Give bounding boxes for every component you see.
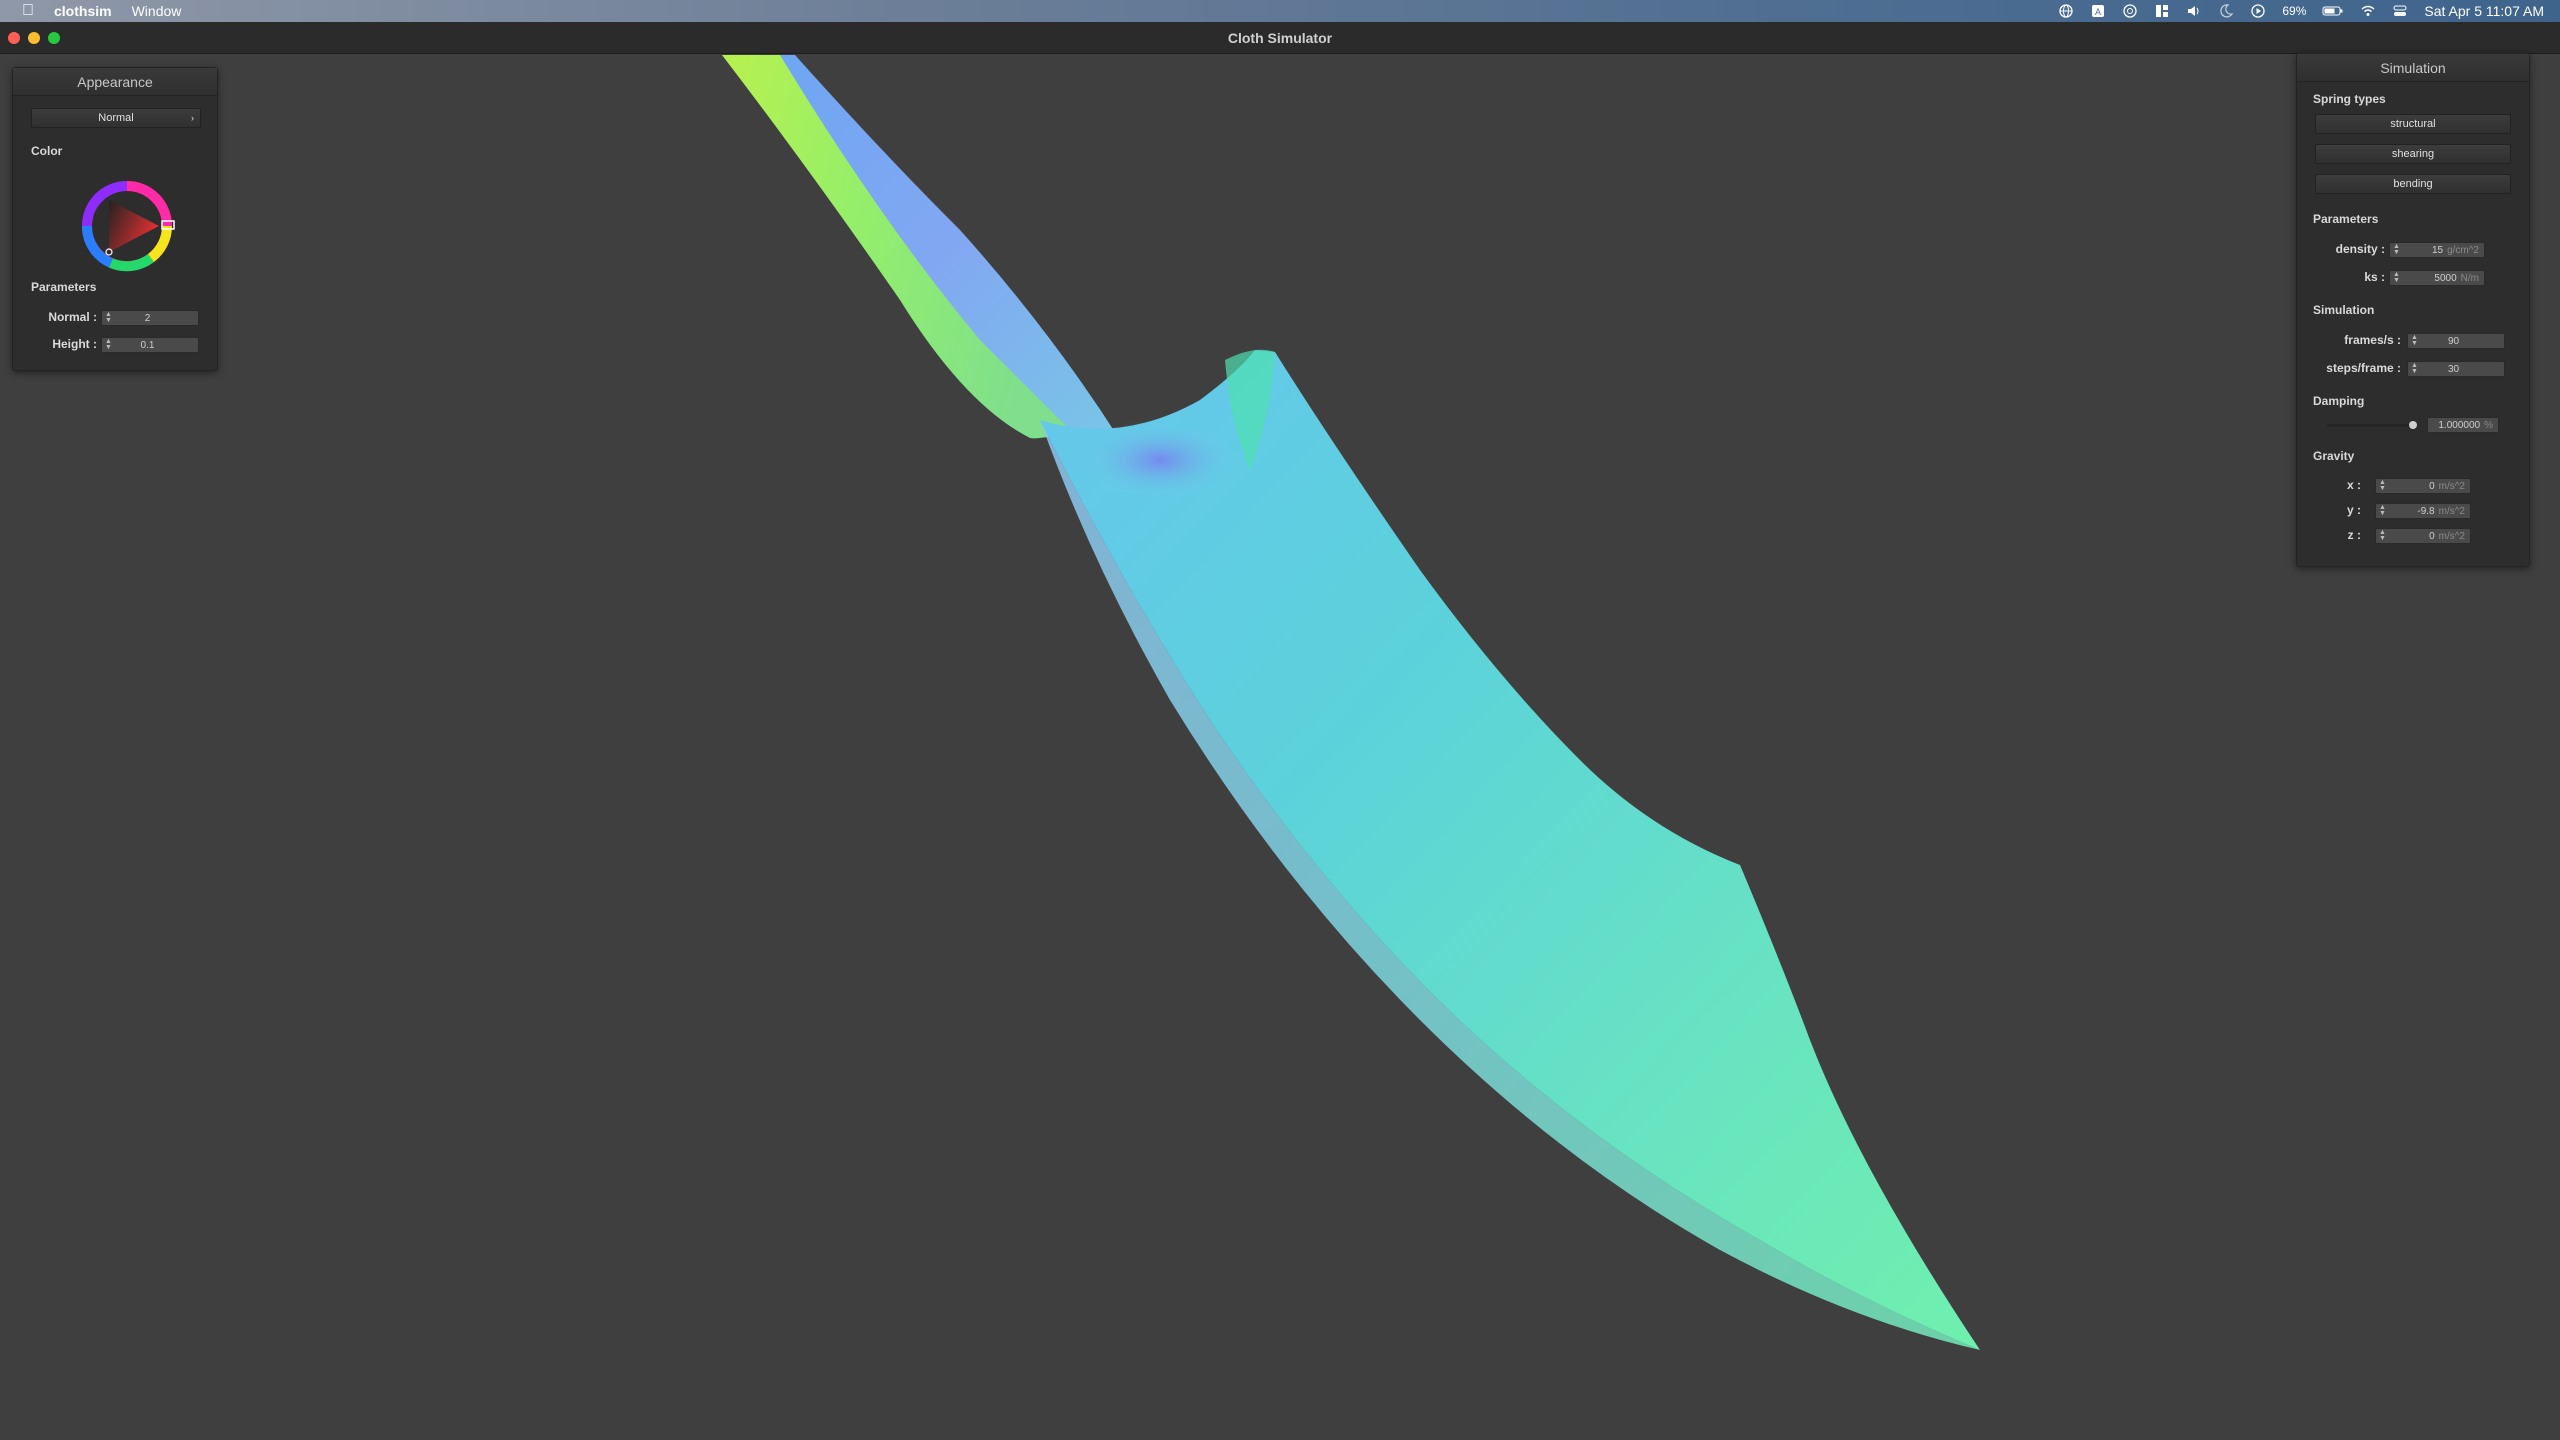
play-icon[interactable] [2250,3,2266,19]
steps-label: steps/frame : [2326,361,2401,375]
stepper-icon[interactable]: ▲ ▼ [2379,529,2386,542]
gravity-y-label: y : [2346,503,2361,517]
apple-menu-icon[interactable]:  [18,2,38,20]
spring-types-label: Spring types [2313,92,2386,106]
stepper-icon[interactable]: ▲ ▼ [2411,362,2418,375]
stepper-icon[interactable]: ▲ ▼ [2411,334,2418,347]
battery-icon[interactable] [2322,3,2344,19]
volume-icon[interactable] [2186,3,2202,19]
record-icon[interactable] [2122,3,2138,19]
fps-input[interactable]: ▲ ▼ 90 [2407,333,2505,349]
appearance-panel-title[interactable]: Appearance [13,68,217,96]
color-label: Color [31,144,63,158]
moon-icon[interactable] [2218,3,2234,19]
stepper-icon[interactable]: ▲ ▼ [2379,479,2386,492]
sim-parameters-label: Parameters [2313,212,2379,226]
menu-bar:  clothsim Window A 69% Sat Apr 5 11:07 … [0,0,2560,22]
stepper-icon[interactable]: ▲ ▼ [105,338,112,351]
spring-shearing-toggle[interactable]: shearing [2315,144,2511,164]
stepper-icon[interactable]: ▲ ▼ [2379,504,2386,517]
gravity-x-input[interactable]: ▲ ▼ 0 m/s^2 [2375,478,2471,494]
cloth-render [722,55,1980,1350]
battery-percent: 69% [2282,4,2307,18]
spring-structural-toggle[interactable]: structural [2315,114,2511,134]
simulation-panel-title[interactable]: Simulation [2297,54,2529,82]
shader-dropdown[interactable]: Normal › [31,108,201,128]
stepper-icon[interactable]: ▲ ▼ [105,311,112,324]
svg-text:A: A [2095,7,2101,17]
normal-input[interactable]: ▲ ▼ 2 [101,310,199,326]
gravity-z-label: z : [2347,528,2361,542]
menubar-clock[interactable]: Sat Apr 5 11:07 AM [2424,3,2544,19]
window-title: Cloth Simulator [1227,30,1333,46]
steps-input[interactable]: ▲ ▼ 30 [2407,361,2505,377]
control-center-icon[interactable] [2392,3,2408,19]
appearance-parameters-label: Parameters [31,280,97,294]
damping-input[interactable]: 1.000000% [2427,417,2499,433]
chevron-right-icon: › [191,113,194,123]
color-wheel[interactable] [71,170,183,282]
control-grid-icon[interactable] [2154,3,2170,19]
gravity-x-label: x : [2346,478,2361,492]
gravity-label: Gravity [2313,449,2355,463]
menu-window[interactable]: Window [132,3,182,19]
damping-label: Damping [2313,394,2365,408]
cloth-viewport[interactable] [0,55,2560,1440]
globe-icon[interactable] [2058,3,2074,19]
ks-label: ks : [2364,270,2385,284]
damping-slider[interactable] [2327,421,2417,429]
spring-bending-toggle[interactable]: bending [2315,174,2511,194]
text-input-icon[interactable]: A [2090,3,2106,19]
appearance-panel: Appearance Normal › Color Parameters Nor… [12,67,218,371]
density-label: density : [2335,242,2385,256]
shader-dropdown-value: Normal [98,112,134,124]
gravity-z-input[interactable]: ▲ ▼ 0 m/s^2 [2375,528,2471,544]
ks-input[interactable]: ▲ ▼ 5000 N/m [2389,270,2485,286]
simulation-group-label: Simulation [2313,303,2375,317]
stepper-icon[interactable]: ▲ ▼ [2393,271,2400,284]
fps-label: frames/s : [2344,333,2401,347]
height-input[interactable]: ▲ ▼ 0.1 [101,337,199,353]
wifi-icon[interactable] [2360,3,2376,19]
window-title-bar: Cloth Simulator [0,22,2560,54]
normal-label: Normal : [48,310,97,324]
height-label: Height : [52,337,97,351]
damping-slider-knob[interactable] [2409,421,2417,429]
stepper-icon[interactable]: ▲ ▼ [2393,243,2400,256]
gravity-y-input[interactable]: ▲ ▼ -9.8 m/s^2 [2375,503,2471,519]
density-input[interactable]: ▲ ▼ 15 g/cm^2 [2389,242,2485,258]
menu-app-name[interactable]: clothsim [54,3,112,19]
simulation-panel: Simulation Spring types structural shear… [2296,53,2530,567]
